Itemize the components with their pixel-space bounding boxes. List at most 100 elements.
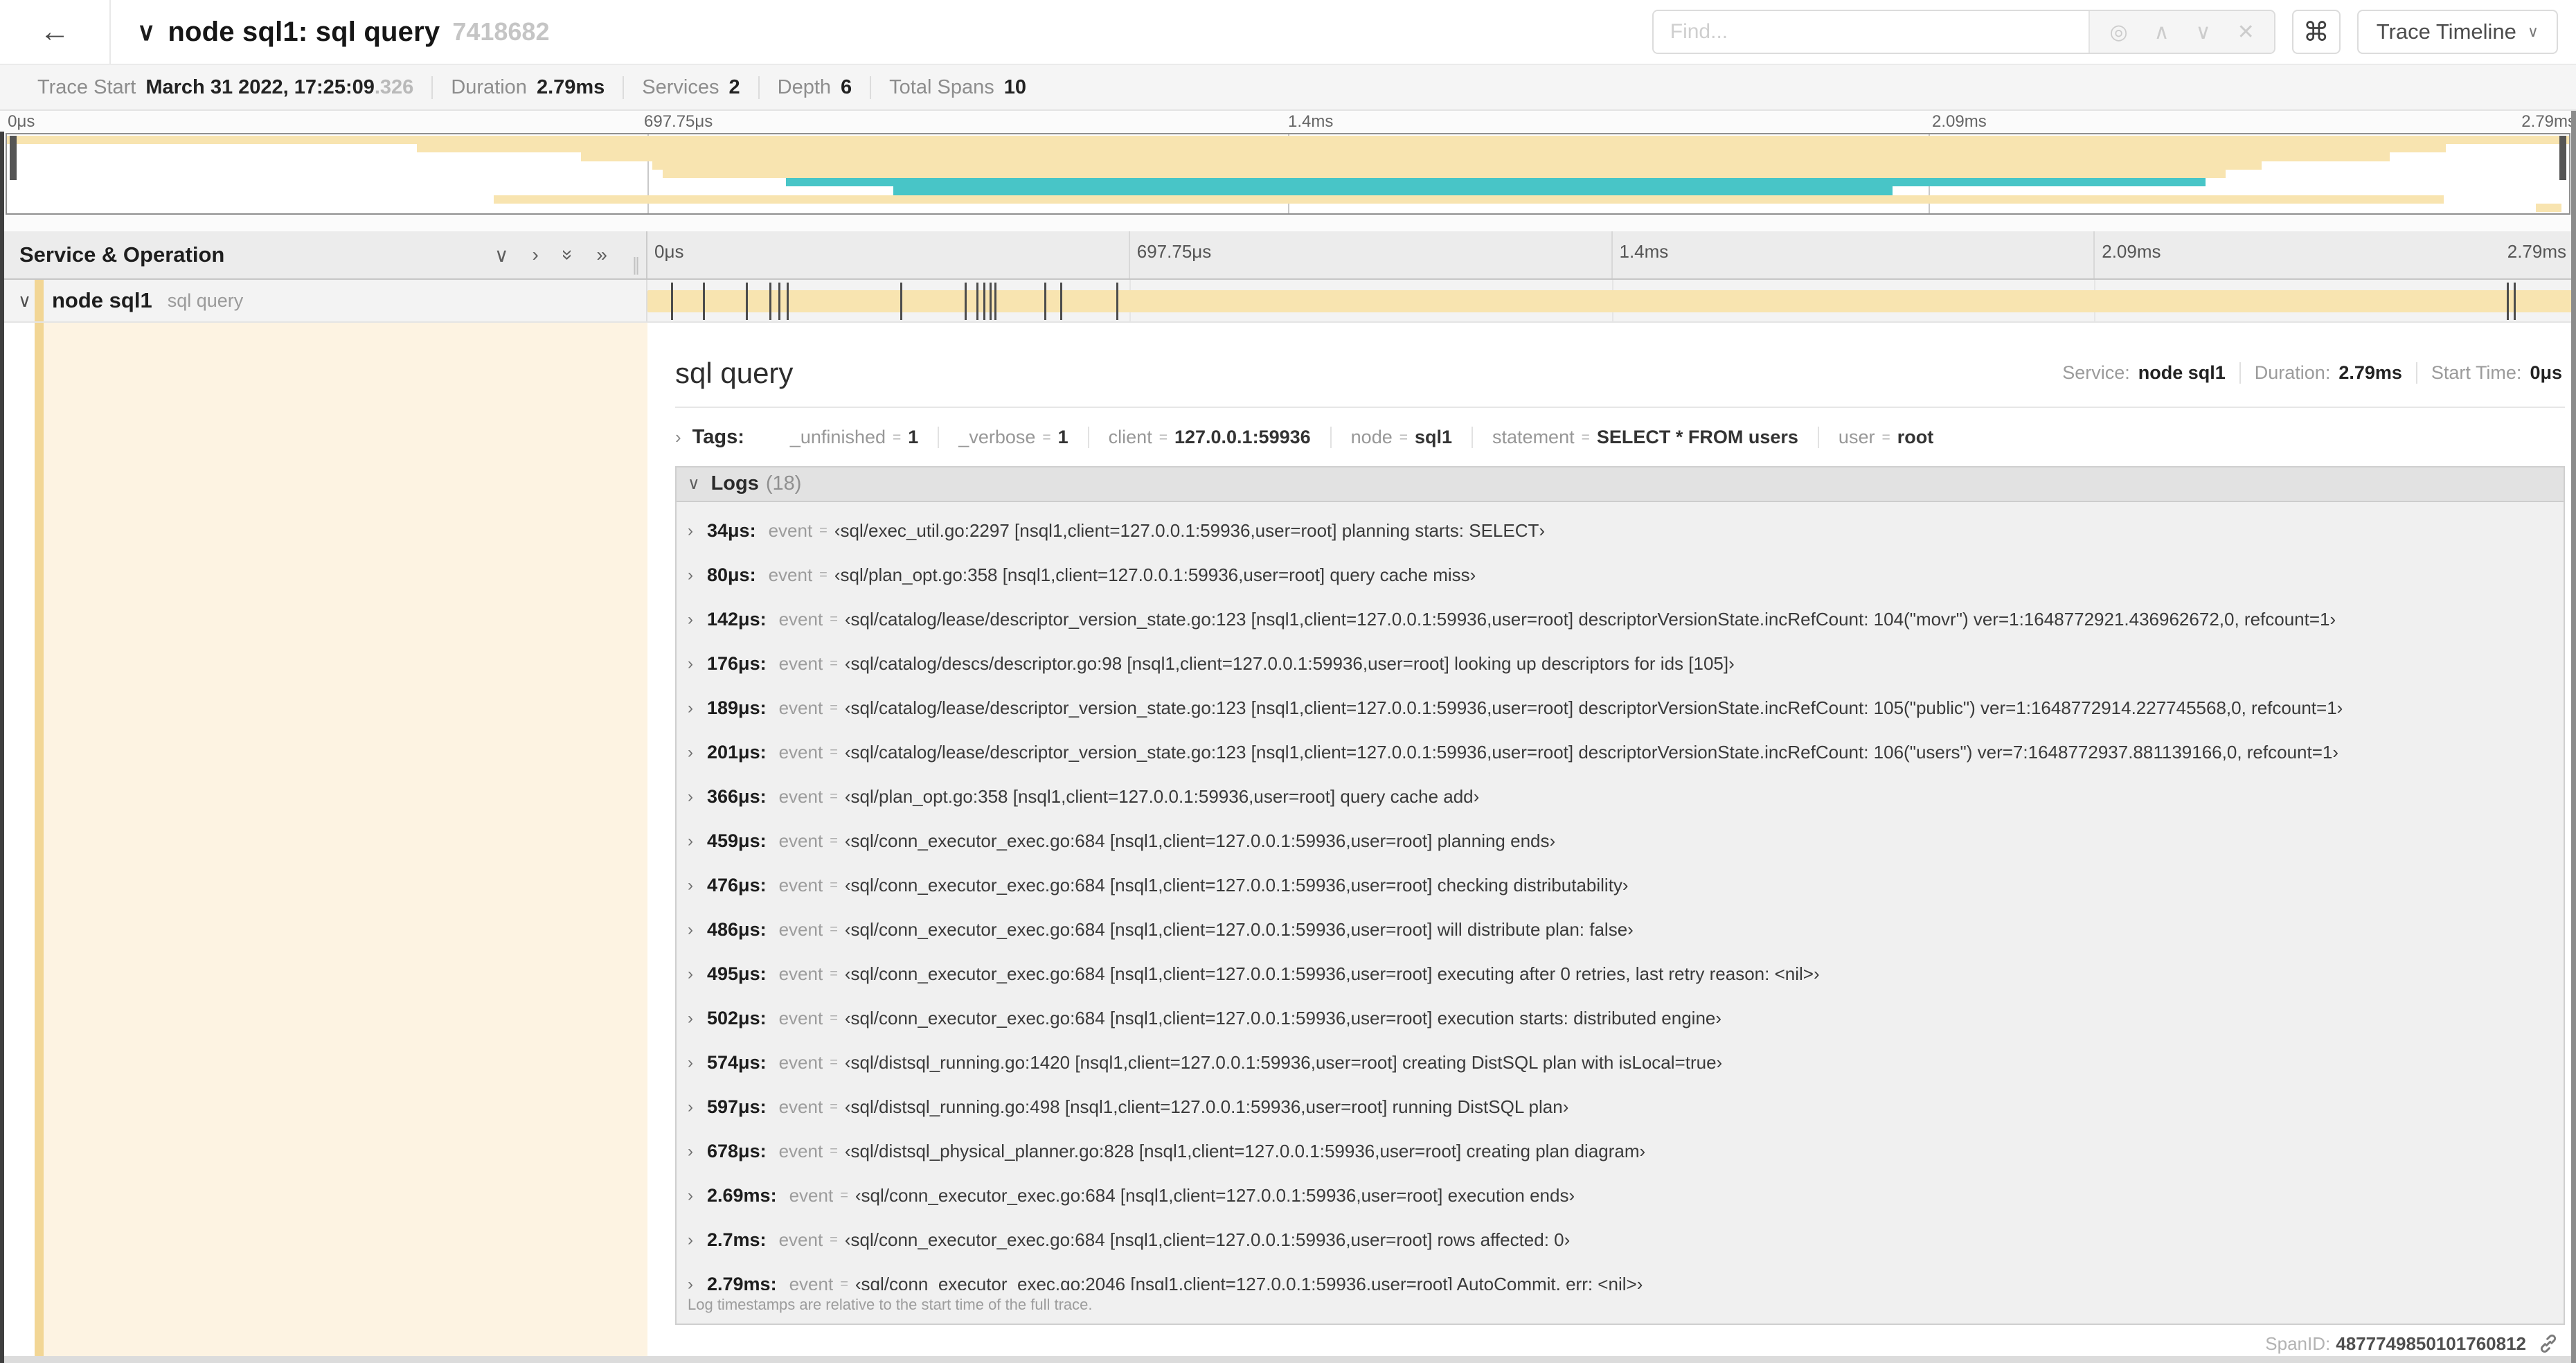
log-expand-icon[interactable]: ›: [688, 920, 707, 940]
collapse-all-icon[interactable]: »: [557, 249, 579, 260]
log-row[interactable]: › 2.7ms: event = ‹sql/conn_executor_exec…: [677, 1218, 2564, 1263]
tag-value: SELECT * FROM users: [1596, 427, 1798, 448]
timeline-header-left: Service & Operation ∨ › » » ∥: [0, 231, 647, 278]
tag-key: _verbose: [958, 427, 1036, 448]
log-row[interactable]: › 201μs: event = ‹sql/catalog/lease/desc…: [677, 731, 2564, 775]
logs-container: ∨ Logs (18) › 34μs: event = ‹sql/exec_ut…: [675, 465, 2565, 1325]
trace-info-label: Total Spans: [889, 75, 994, 98]
logs-header[interactable]: ∨ Logs (18): [677, 467, 2564, 502]
timeline-ruler-label: 1.4ms: [1619, 241, 1669, 262]
equals-sign: =: [830, 700, 838, 716]
summary-value: 2.79ms: [2338, 362, 2402, 384]
span-row[interactable]: ∨ node sql1 sql query: [0, 280, 2576, 323]
log-expand-icon[interactable]: ›: [688, 699, 707, 718]
log-expand-icon[interactable]: ›: [688, 1053, 707, 1073]
log-expand-icon[interactable]: ›: [688, 832, 707, 851]
log-timestamp: 2.7ms:: [707, 1229, 767, 1251]
trace-info-value: March 31 2022, 17:25:09: [145, 75, 375, 98]
minimap-right-handle[interactable]: [2559, 136, 2566, 180]
log-value: ‹sql/distsql_running.go:498 [nsql1,clien…: [844, 1096, 1569, 1118]
span-collapse-icon[interactable]: ∨: [18, 290, 31, 312]
column-resizer-grip[interactable]: ∥: [632, 254, 641, 276]
span-id-label: SpanID:: [2265, 1333, 2331, 1354]
find-match-icon[interactable]: ◎: [2109, 20, 2127, 44]
log-row[interactable]: › 574μs: event = ‹sql/distsql_running.go…: [677, 1041, 2564, 1085]
keyboard-shortcuts-button[interactable]: ⌘: [2291, 10, 2341, 54]
log-expand-icon[interactable]: ›: [688, 1275, 707, 1290]
trace-title: node sql1: sql query: [168, 16, 440, 47]
equals-sign: =: [1399, 429, 1408, 445]
log-expand-icon[interactable]: ›: [688, 1142, 707, 1161]
log-expand-icon[interactable]: ›: [688, 1231, 707, 1250]
service-operation-heading: Service & Operation: [19, 242, 225, 267]
log-expand-icon[interactable]: ›: [688, 743, 707, 763]
log-expand-icon[interactable]: ›: [688, 965, 707, 984]
log-row[interactable]: › 495μs: event = ‹sql/conn_executor_exec…: [677, 952, 2564, 997]
log-row[interactable]: › 476μs: event = ‹sql/conn_executor_exec…: [677, 864, 2564, 908]
log-row[interactable]: › 80μs: event = ‹sql/plan_opt.go:358 [ns…: [677, 553, 2564, 598]
log-row[interactable]: › 486μs: event = ‹sql/conn_executor_exec…: [677, 908, 2564, 952]
log-expand-icon[interactable]: ›: [688, 1186, 707, 1206]
log-row[interactable]: › 459μs: event = ‹sql/conn_executor_exec…: [677, 819, 2564, 864]
expand-one-icon[interactable]: ›: [533, 244, 539, 266]
minimap-span-row: [7, 169, 2569, 179]
log-value: ‹sql/plan_opt.go:358 [nsql1,client=127.0…: [844, 786, 1480, 808]
log-row[interactable]: › 366μs: event = ‹sql/plan_opt.go:358 [n…: [677, 775, 2564, 819]
summary-label: Service:: [2062, 362, 2130, 384]
minimap-canvas[interactable]: [6, 133, 2570, 215]
log-row[interactable]: › 176μs: event = ‹sql/catalog/descs/desc…: [677, 642, 2564, 686]
minimap-span-bar: [417, 144, 2447, 153]
collapse-trace-icon[interactable]: ∨: [137, 17, 155, 46]
find-input[interactable]: [1653, 11, 2089, 53]
log-expand-icon[interactable]: ›: [688, 610, 707, 630]
span-row-name-cell[interactable]: ∨ node sql1 sql query: [0, 280, 647, 321]
log-event-tick: [1044, 283, 1046, 320]
expand-all-icon[interactable]: »: [596, 244, 607, 266]
equals-sign: =: [830, 1010, 838, 1026]
equals-sign: =: [1159, 429, 1168, 445]
find-next-icon[interactable]: ∨: [2196, 20, 2211, 44]
log-expand-icon[interactable]: ›: [688, 787, 707, 807]
log-row[interactable]: › 2.69ms: event = ‹sql/conn_executor_exe…: [677, 1174, 2564, 1218]
tag-item: statement = SELECT * FROM users: [1472, 427, 1798, 449]
minimap-span-bar: [7, 136, 2569, 145]
find-clear-icon[interactable]: ✕: [2237, 20, 2255, 44]
view-selector-button[interactable]: Trace Timeline ∨: [2356, 10, 2558, 54]
equals-sign: =: [1042, 429, 1051, 445]
equals-sign: =: [830, 922, 838, 938]
log-expand-icon[interactable]: ›: [688, 566, 707, 585]
log-value: ‹sql/catalog/lease/descriptor_version_st…: [844, 609, 2336, 630]
tags-row[interactable]: › Tags: _unfinished = 1 _verbose = 1 cli…: [675, 419, 2565, 456]
log-expand-icon[interactable]: ›: [688, 654, 707, 674]
logs-collapse-icon[interactable]: ∨: [688, 474, 700, 494]
span-duration-bar[interactable]: [647, 290, 2576, 312]
log-expand-icon[interactable]: ›: [688, 522, 707, 541]
log-row[interactable]: › 142μs: event = ‹sql/catalog/lease/desc…: [677, 598, 2564, 642]
minimap-span-bar: [652, 161, 2262, 170]
tags-expand-icon[interactable]: ›: [675, 427, 681, 448]
collapse-one-icon[interactable]: ∨: [494, 244, 509, 267]
log-expand-icon[interactable]: ›: [688, 1098, 707, 1117]
log-row[interactable]: › 678μs: event = ‹sql/distsql_physical_p…: [677, 1130, 2564, 1174]
detail-summary: Service: node sql1 Duration: 2.79ms Star…: [2048, 362, 2565, 384]
log-row[interactable]: › 597μs: event = ‹sql/distsql_running.go…: [677, 1085, 2564, 1130]
log-field-name: event: [778, 963, 823, 985]
log-value: ‹sql/catalog/descs/descriptor.go:98 [nsq…: [844, 653, 1735, 675]
log-row[interactable]: › 502μs: event = ‹sql/conn_executor_exec…: [677, 997, 2564, 1041]
log-row[interactable]: › 34μs: event = ‹sql/exec_util.go:2297 […: [677, 509, 2564, 553]
find-prev-icon[interactable]: ∧: [2154, 20, 2170, 44]
log-event-tick: [745, 283, 748, 320]
span-row-timeline-cell[interactable]: [647, 280, 2576, 321]
link-icon[interactable]: [2537, 1333, 2559, 1355]
back-button[interactable]: ←: [39, 15, 70, 49]
minimap-left-handle[interactable]: [10, 136, 17, 180]
log-row[interactable]: › 189μs: event = ‹sql/catalog/lease/desc…: [677, 686, 2564, 731]
log-expand-icon[interactable]: ›: [688, 1009, 707, 1028]
log-value: ‹sql/conn_executor_exec.go:684 [nsql1,cl…: [844, 875, 1629, 896]
vertical-scrollbar[interactable]: [2571, 111, 2576, 1363]
expand-collapse-controls: ∨ › » »: [494, 244, 607, 267]
log-row[interactable]: › 2.79ms: event = ‹sql/conn_executor_exe…: [677, 1263, 2564, 1290]
log-expand-icon[interactable]: ›: [688, 876, 707, 896]
equals-sign: =: [840, 1188, 848, 1204]
timeline-ruler-label: 0μs: [654, 241, 684, 262]
